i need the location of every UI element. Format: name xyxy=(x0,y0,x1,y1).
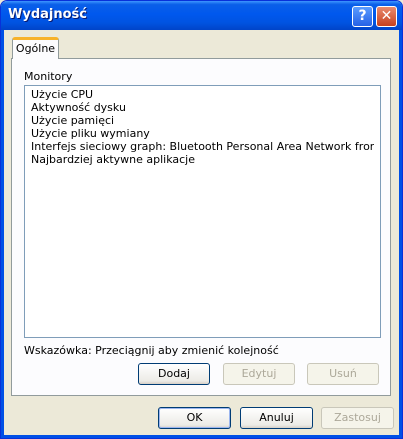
window-border-left xyxy=(1,30,4,438)
add-button[interactable]: Dodaj xyxy=(138,363,210,385)
window-border-bottom xyxy=(1,435,402,438)
apply-button[interactable]: Zastosuj xyxy=(321,407,394,429)
tab-general[interactable]: Ogólne xyxy=(12,37,59,59)
remove-button[interactable]: Usuń xyxy=(307,363,379,385)
ok-button[interactable]: OK xyxy=(158,407,231,429)
window-title: Wydajność xyxy=(8,7,87,22)
list-item[interactable]: Najbardziej aktywne aplikacje xyxy=(31,153,374,166)
list-item[interactable]: Użycie pliku wymiany xyxy=(31,127,374,140)
monitors-list[interactable]: Użycie CPU Aktywność dysku Użycie pamięc… xyxy=(24,85,381,338)
window-border-right xyxy=(399,30,402,438)
performance-dialog: Wydajność ? ✕ Ogólne Monitory Użycie CPU… xyxy=(0,0,403,439)
monitors-label: Monitory xyxy=(24,70,73,83)
list-item[interactable]: Interfejs sieciowy graph: Bluetooth Pers… xyxy=(31,140,374,153)
title-bar[interactable]: Wydajność ? ✕ xyxy=(1,1,402,30)
list-item[interactable]: Użycie pamięci xyxy=(31,114,374,127)
help-button[interactable]: ? xyxy=(352,6,373,27)
drag-hint-text: Wskazówka: Przeciągnij aby zmienić kolej… xyxy=(24,344,279,357)
list-item[interactable]: Aktywność dysku xyxy=(31,101,374,114)
list-item[interactable]: Użycie CPU xyxy=(31,88,374,101)
edit-button[interactable]: Edytuj xyxy=(223,363,295,385)
close-button[interactable]: ✕ xyxy=(376,6,397,27)
cancel-button[interactable]: Anuluj xyxy=(240,407,313,429)
